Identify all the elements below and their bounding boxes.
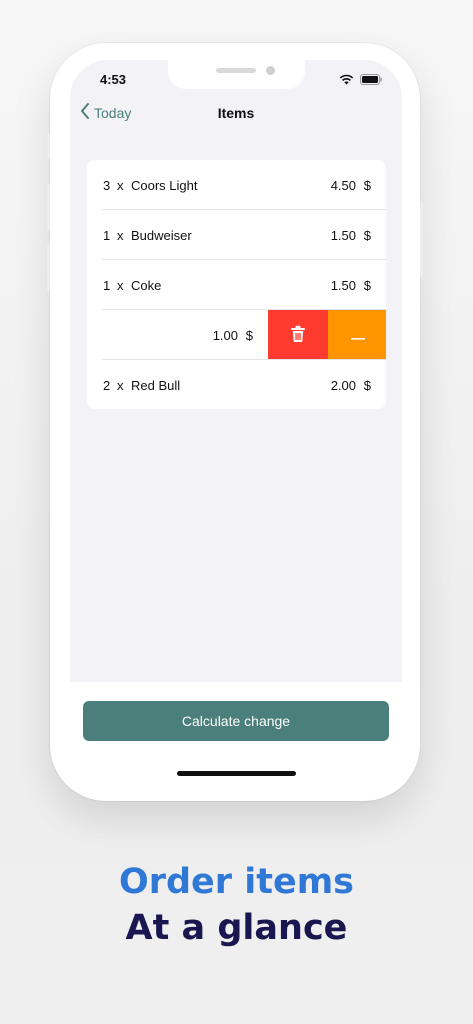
home-indicator	[177, 771, 296, 776]
list-item[interactable]: 3 x Coors Light 4.50 $	[87, 160, 386, 210]
item-quantity: 2	[103, 377, 111, 393]
status-icons	[339, 72, 382, 90]
page-title: Items	[217, 105, 255, 121]
item-quantity: 3	[103, 177, 111, 193]
item-price: 1.50	[330, 227, 356, 243]
bottom-toolbar: Calculate change	[70, 682, 402, 782]
minus-icon	[351, 328, 365, 343]
decrement-button[interactable]	[328, 310, 386, 360]
caption-headline: Order items	[118, 862, 355, 902]
item-price: 1.50	[330, 277, 356, 293]
list-item[interactable]: 2 x Red Bull 2.00 $	[87, 360, 386, 409]
item-price: 1.00	[212, 327, 238, 343]
item-currency: $	[245, 327, 253, 343]
item-quantity: 1	[103, 227, 111, 243]
volume-down-button	[47, 243, 50, 291]
item-name: Coke	[131, 277, 162, 293]
caption-subheadline: At a glance	[125, 908, 348, 948]
item-name: Budweiser	[131, 227, 192, 243]
list-item-swiped[interactable]: 1.00 $	[87, 310, 386, 360]
trash-icon	[290, 325, 306, 346]
wifi-icon	[339, 72, 354, 90]
item-name: Coors Light	[131, 177, 198, 193]
item-currency: $	[363, 377, 371, 393]
battery-icon	[360, 72, 382, 90]
front-camera	[266, 66, 275, 75]
list-item[interactable]: 1 x Coke 1.50 $	[87, 260, 386, 310]
item-name: Red Bull	[131, 377, 181, 393]
item-multiplier: x	[117, 177, 124, 193]
speaker	[216, 68, 256, 73]
item-currency: $	[363, 227, 371, 243]
calculate-change-button[interactable]: Calculate change	[83, 701, 389, 741]
item-price: 4.50	[330, 177, 356, 193]
item-multiplier: x	[117, 227, 124, 243]
delete-button[interactable]	[268, 310, 328, 360]
notch	[168, 60, 305, 89]
list-item[interactable]: 1 x Budweiser 1.50 $	[87, 210, 386, 260]
item-currency: $	[363, 277, 371, 293]
phone-screen: 4:53 Today Items 3 x Coors Light 4.50 $ …	[70, 60, 402, 782]
power-button	[420, 201, 423, 279]
status-time: 4:53	[100, 72, 127, 87]
item-price: 2.00	[330, 377, 356, 393]
item-multiplier: x	[117, 377, 124, 393]
volume-up-button	[47, 183, 50, 231]
item-currency: $	[363, 177, 371, 193]
item-multiplier: x	[117, 277, 124, 293]
items-list: 3 x Coors Light 4.50 $ 1 x Budweiser 1.5…	[87, 160, 386, 409]
item-quantity: 1	[103, 277, 111, 293]
mute-switch	[47, 133, 50, 159]
phone-frame: 4:53 Today Items 3 x Coors Light 4.50 $ …	[47, 43, 423, 801]
